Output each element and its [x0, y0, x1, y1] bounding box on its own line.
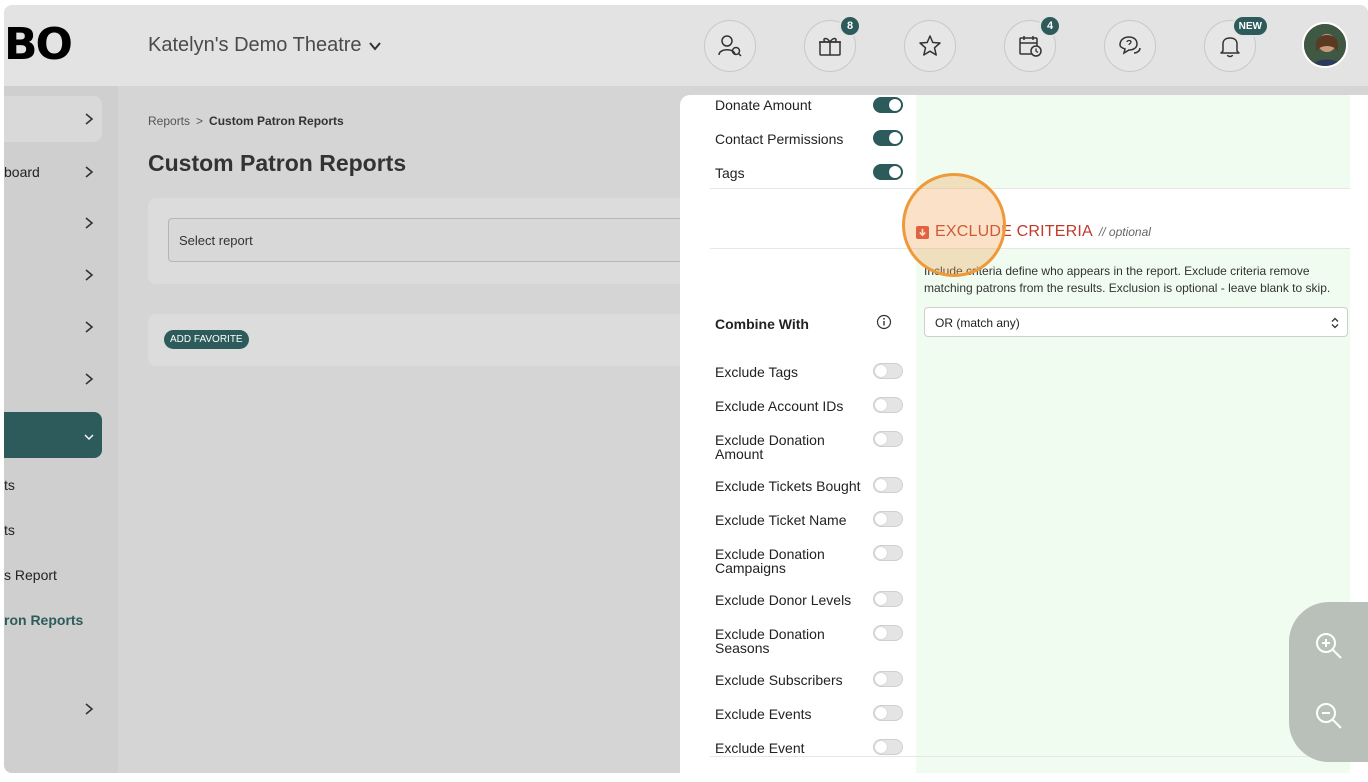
combine-with-label: Combine With: [715, 316, 809, 332]
include-criteria-area: [916, 95, 1350, 188]
combine-with-select[interactable]: OR (match any): [924, 307, 1348, 337]
sidebar-item-last[interactable]: [4, 686, 102, 732]
page-title: Custom Patron Reports: [148, 150, 407, 176]
toggle-exclude-donation-seasons[interactable]: [873, 625, 903, 641]
breadcrumb: Reports > Custom Patron Reports: [148, 114, 344, 128]
select-report-dropdown[interactable]: Select report: [168, 218, 682, 262]
chevron-right-icon: [85, 373, 94, 385]
favorites-button[interactable]: [904, 20, 956, 72]
chevron-down-icon: [368, 41, 381, 51]
sidebar-subitem-2[interactable]: ts: [4, 522, 15, 538]
toggle-contact-permissions[interactable]: [873, 130, 903, 146]
sidebar-item-4[interactable]: [4, 252, 102, 298]
breadcrumb-current: Custom Patron Reports: [209, 114, 344, 128]
sidebar-item-1[interactable]: [4, 96, 102, 142]
sidebar-subitem-3[interactable]: s Report: [4, 567, 57, 583]
sidebar-subitem-1[interactable]: ts: [4, 477, 15, 493]
app-window: BO Katelyn's Demo Theatre 8 4 NEW board …: [4, 5, 1368, 773]
sidebar-item-6[interactable]: [4, 356, 102, 402]
calendar-clock-icon: [1019, 36, 1042, 57]
notifications-badge: NEW: [1231, 15, 1269, 37]
favorites-card: ADD FAVORITE: [148, 314, 682, 366]
chevron-down-icon: [84, 434, 94, 440]
divider: [710, 188, 1350, 189]
main-content: Reports > Custom Patron Reports Custom P…: [118, 86, 682, 773]
toggle-exclude-donor-levels[interactable]: [873, 591, 903, 607]
toggle-exclude-subscribers[interactable]: [873, 671, 903, 687]
toggle-exclude-event[interactable]: [873, 739, 903, 755]
toggle-donate-amount[interactable]: [873, 97, 903, 113]
combine-with-value: OR (match any): [935, 316, 1020, 330]
venue-name: Katelyn's Demo Theatre: [148, 34, 362, 56]
notifications-button[interactable]: NEW: [1204, 15, 1269, 72]
chevron-right-icon: [85, 166, 94, 178]
sidebar-item-reports[interactable]: [4, 412, 102, 458]
sidebar-item-label: board: [4, 164, 40, 180]
select-arrows-icon: [1331, 317, 1339, 329]
gifts-button[interactable]: 8: [804, 15, 861, 72]
report-criteria-panel: Donate Amount Contact Permissions Tags E…: [680, 95, 1368, 773]
chevron-right-icon: [85, 269, 94, 281]
avatar[interactable]: [1302, 22, 1348, 68]
sidebar: board ts ts s Report ron Reports: [4, 86, 118, 773]
zoom-in-icon: [1316, 633, 1342, 659]
divider: [710, 756, 1350, 757]
exclude-criteria-description: Include criteria define who appears in t…: [924, 264, 1331, 295]
toggle-exclude-account-ids[interactable]: [873, 397, 903, 413]
toggle-exclude-tags[interactable]: [873, 363, 903, 379]
zoom-controls: [1289, 602, 1368, 762]
breadcrumb-separator: >: [196, 114, 204, 128]
help-chat-button[interactable]: [1104, 20, 1156, 72]
venue-switcher[interactable]: Katelyn's Demo Theatre: [148, 34, 382, 57]
star-icon: [919, 35, 941, 56]
toggle-tags[interactable]: [873, 164, 903, 180]
sidebar-item-3[interactable]: [4, 200, 102, 246]
field-row-exclude-donation-campaigns: Exclude Donation Campaigns: [715, 546, 825, 576]
calendar-button[interactable]: 4: [1004, 15, 1061, 72]
chevron-right-icon: [85, 217, 94, 229]
bell-icon: [1220, 37, 1240, 58]
add-favorite-button[interactable]: ADD FAVORITE: [164, 330, 249, 349]
zoom-in-button[interactable]: [1311, 628, 1347, 664]
breadcrumb-root[interactable]: Reports: [148, 114, 190, 128]
toggle-exclude-tickets-bought[interactable]: [873, 477, 903, 493]
patron-search-button[interactable]: [704, 20, 756, 72]
top-bar: BO Katelyn's Demo Theatre 8 4 NEW: [4, 5, 1368, 86]
chevron-right-icon: [85, 321, 94, 333]
exclude-criteria-optional: // optional: [1098, 225, 1151, 239]
sidebar-item-dashboard[interactable]: board: [4, 149, 102, 195]
chat-help-icon: [1119, 36, 1141, 55]
patron-search-icon: [718, 35, 742, 57]
chevron-right-icon: [85, 113, 94, 125]
zoom-out-button[interactable]: [1311, 698, 1347, 734]
sidebar-item-5[interactable]: [4, 304, 102, 350]
arrow-down-box-icon: [916, 225, 929, 239]
toggle-exclude-events[interactable]: [873, 705, 903, 721]
toggle-exclude-ticket-name[interactable]: [873, 511, 903, 527]
divider: [710, 248, 1350, 249]
zoom-out-icon: [1316, 703, 1342, 729]
chevron-right-icon: [85, 703, 94, 715]
toggle-exclude-donation-amount[interactable]: [873, 431, 903, 447]
sidebar-subitem-custom-patron-reports[interactable]: ron Reports: [4, 612, 83, 628]
info-icon[interactable]: [876, 314, 892, 330]
report-select-card: Select report: [148, 198, 682, 284]
app-logo[interactable]: BO: [4, 19, 73, 71]
gifts-badge: 8: [839, 15, 861, 37]
gift-box-icon: [819, 37, 841, 56]
exclude-criteria-title: EXCLUDE CRITERIA: [935, 223, 1093, 240]
toggle-exclude-donation-campaigns[interactable]: [873, 545, 903, 561]
calendar-badge: 4: [1039, 15, 1061, 37]
exclude-criteria-header: EXCLUDE CRITERIA // optional: [916, 223, 1151, 241]
field-row-exclude-donation-seasons: Exclude Donation Seasons: [715, 626, 825, 656]
user-photo: [1304, 24, 1346, 66]
field-row-exclude-donation-amount: Exclude Donation Amount: [715, 432, 825, 462]
